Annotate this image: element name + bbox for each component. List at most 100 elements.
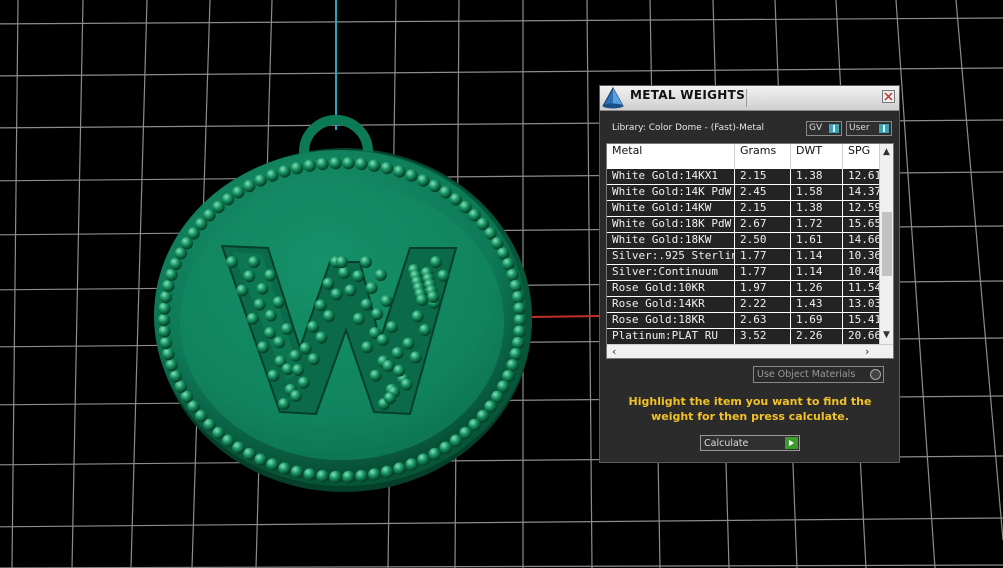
- rim-bead: [169, 369, 182, 383]
- scroll-right-icon[interactable]: ›: [865, 345, 869, 358]
- rim-bead: [405, 458, 418, 471]
- rim-bead: [221, 434, 235, 447]
- cell-spg: 10.36: [848, 249, 879, 262]
- letter-bead: [253, 298, 266, 311]
- title-bar[interactable]: METAL WEIGHTS: [600, 86, 899, 111]
- rim-bead: [342, 156, 355, 170]
- table-row[interactable]: White Gold:14KW 2.15 1.38 12.59: [607, 201, 879, 217]
- cell-spg: 14.66: [848, 233, 879, 246]
- rim-bead: [290, 465, 304, 479]
- table-row[interactable]: Silver:.925 Sterling 1.77 1.14 10.36: [607, 249, 879, 265]
- letter-bead: [314, 299, 327, 312]
- letter-bead: [371, 308, 384, 320]
- table-header: Metal Grams DWT SPG: [607, 144, 879, 169]
- letter-bead: [382, 360, 395, 372]
- cell-metal: White Gold:18KW: [607, 233, 735, 248]
- letter-bead: [380, 295, 393, 307]
- letter-bead: [264, 269, 277, 282]
- rim-bead: [316, 157, 329, 171]
- cell-grams: 3.52: [735, 329, 791, 344]
- letter-bead: [246, 312, 259, 325]
- cell-dwt: 1.43: [791, 297, 843, 312]
- table-row[interactable]: White Gold:18K PdW 2.67 1.72 15.65: [607, 217, 879, 233]
- scroll-up-icon[interactable]: ▲: [883, 147, 890, 157]
- rim-bead: [165, 359, 178, 372]
- letter-bead: [409, 351, 422, 364]
- letter-bead: [323, 310, 335, 322]
- table-row[interactable]: White Gold:18KW 2.50 1.61 14.66: [607, 233, 879, 249]
- column-header-spg[interactable]: SPG: [843, 144, 879, 169]
- close-icon: [884, 92, 893, 101]
- gv-toggle-button[interactable]: GV: [806, 121, 842, 136]
- rim-bead: [355, 157, 368, 171]
- panel-title: METAL WEIGHTS: [630, 88, 746, 102]
- table-row[interactable]: Rose Gold:10KR 1.97 1.26 11.54: [607, 281, 879, 297]
- cell-grams: 2.45: [735, 185, 791, 200]
- table-row[interactable]: White Gold:14K PdW 2.45 1.58 14.37: [607, 185, 879, 201]
- rim-bead: [393, 462, 406, 475]
- rim-bead: [158, 302, 171, 315]
- table-row[interactable]: Rose Gold:18KR 2.63 1.69 15.41: [607, 313, 879, 329]
- rim-bead: [428, 447, 441, 461]
- radio-toggle-icon: [870, 369, 881, 380]
- cell-metal: Silver:Continuum: [607, 265, 735, 280]
- cell-dwt: 1.38: [791, 201, 843, 216]
- use-object-materials-toggle[interactable]: Use Object Materials: [753, 366, 884, 383]
- cell-metal: White Gold:18K PdW: [607, 217, 735, 232]
- metal-weights-table[interactable]: Metal Grams DWT SPG White Gold:14KX1 2.15…: [606, 143, 894, 359]
- rim-bead: [428, 179, 441, 193]
- letter-bead: [402, 337, 415, 350]
- rim-bead: [329, 470, 342, 484]
- letter-bead: [243, 270, 256, 283]
- horizontal-scrollbar[interactable]: ‹ ›: [607, 344, 893, 358]
- user-toggle-button[interactable]: User: [846, 121, 892, 136]
- cell-grams: 2.50: [735, 233, 791, 248]
- table-row[interactable]: Silver:Continuum 1.77 1.14 10.40: [607, 265, 879, 281]
- cell-dwt: 1.69: [791, 313, 843, 328]
- rim-bead: [165, 268, 178, 281]
- toggle-knob-icon: [879, 124, 889, 133]
- rim-bead: [502, 257, 515, 271]
- column-header-metal[interactable]: Metal: [607, 144, 735, 169]
- letter-bead: [336, 256, 348, 268]
- table-row[interactable]: White Gold:14KX1 2.15 1.38 12.61: [607, 169, 879, 185]
- cell-grams: 1.77: [735, 265, 791, 280]
- letter-bead: [427, 291, 440, 303]
- scroll-thumb[interactable]: [882, 212, 892, 276]
- letter-bead: [278, 398, 290, 410]
- cell-spg: 15.65: [848, 217, 879, 230]
- letter-bead: [307, 320, 320, 333]
- letter-bead: [264, 309, 277, 322]
- column-header-dwt[interactable]: DWT: [791, 144, 843, 169]
- column-header-grams[interactable]: Grams: [735, 144, 791, 169]
- rim-bead: [159, 290, 173, 304]
- rim-bead: [511, 290, 525, 304]
- rim-bead: [316, 469, 329, 483]
- close-button[interactable]: [882, 90, 895, 103]
- calculate-button[interactable]: Calculate: [700, 435, 800, 451]
- rim-bead: [513, 302, 526, 315]
- letter-bead: [297, 376, 310, 389]
- scroll-left-icon[interactable]: ‹: [612, 345, 616, 358]
- letter-bead: [256, 282, 269, 295]
- rim-bead: [509, 279, 522, 293]
- rim-bead: [232, 441, 245, 454]
- cell-metal: Silver:.925 Sterling: [607, 249, 735, 264]
- cell-spg: 12.59: [848, 201, 879, 214]
- metal-weights-panel: METAL WEIGHTS Library: Color Dome - (Fas…: [599, 85, 900, 463]
- rim-bead: [417, 174, 430, 187]
- rim-bead: [254, 174, 267, 187]
- rim-bead: [232, 186, 245, 199]
- letter-bead: [281, 323, 293, 335]
- letter-bead: [360, 298, 373, 311]
- table-row[interactable]: Platinum:PLAT RU 3.52 2.26 20.66: [607, 329, 879, 345]
- rim-bead: [278, 462, 291, 475]
- scroll-down-icon[interactable]: ▼: [883, 330, 890, 340]
- table-row[interactable]: Rose Gold:14KR 2.22 1.43 13.03: [607, 297, 879, 313]
- cell-dwt: 1.14: [791, 249, 843, 264]
- letter-bead: [338, 266, 351, 279]
- pendant-model[interactable]: [154, 115, 532, 492]
- play-arrow-icon: [785, 437, 798, 449]
- vertical-scrollbar[interactable]: ▲ ▼: [879, 144, 893, 344]
- library-label: Library: Color Dome - (Fast)-Metal: [612, 123, 764, 133]
